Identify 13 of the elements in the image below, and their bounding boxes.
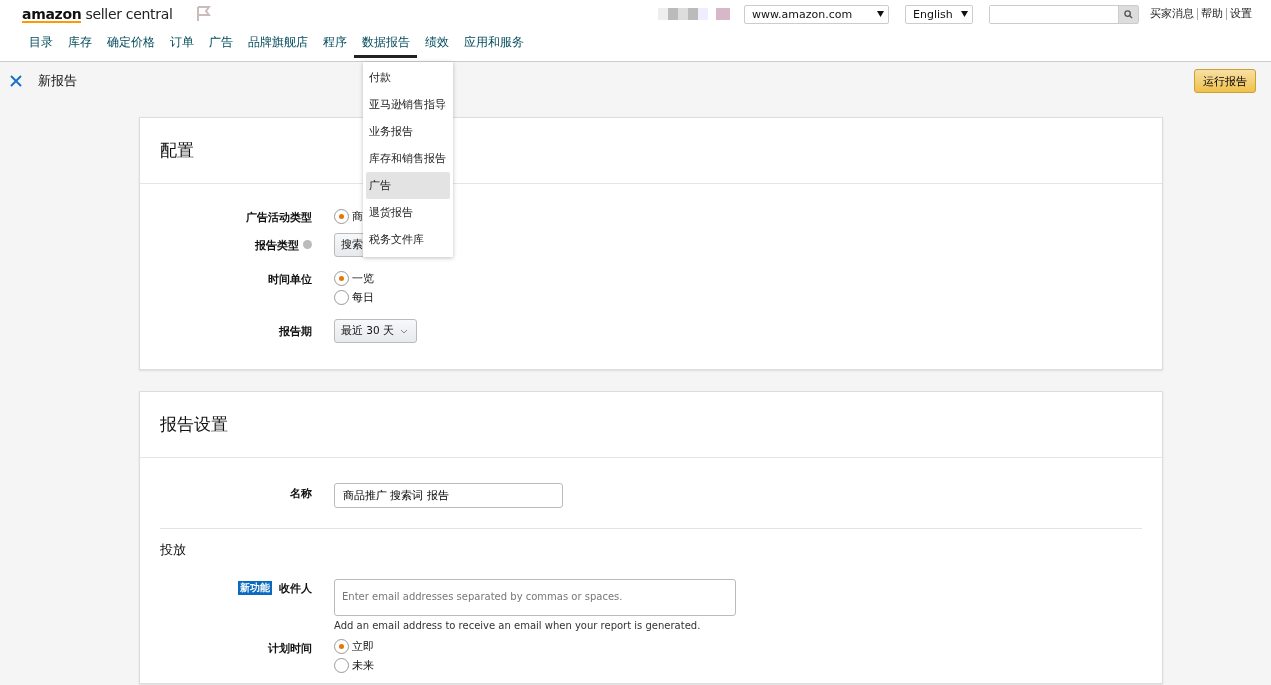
field-label: 报告期	[279, 324, 312, 339]
field-label: 广告活动类型	[246, 210, 312, 225]
field-label: 报告类型	[255, 238, 299, 253]
field-label: 时间单位	[268, 272, 312, 287]
section-title: 投放	[159, 541, 187, 559]
field-label: 收件人	[279, 581, 312, 596]
new-badge: 新功能	[238, 581, 272, 595]
card-title: 报告设置	[160, 413, 228, 436]
help-text: Add an email address to receive an email when your report is generated.	[334, 620, 702, 631]
page-title: 新报告	[38, 72, 77, 90]
field-label: 计划时间	[268, 641, 312, 656]
field-label: 名称	[290, 486, 312, 501]
card-title: 配置	[160, 139, 194, 162]
